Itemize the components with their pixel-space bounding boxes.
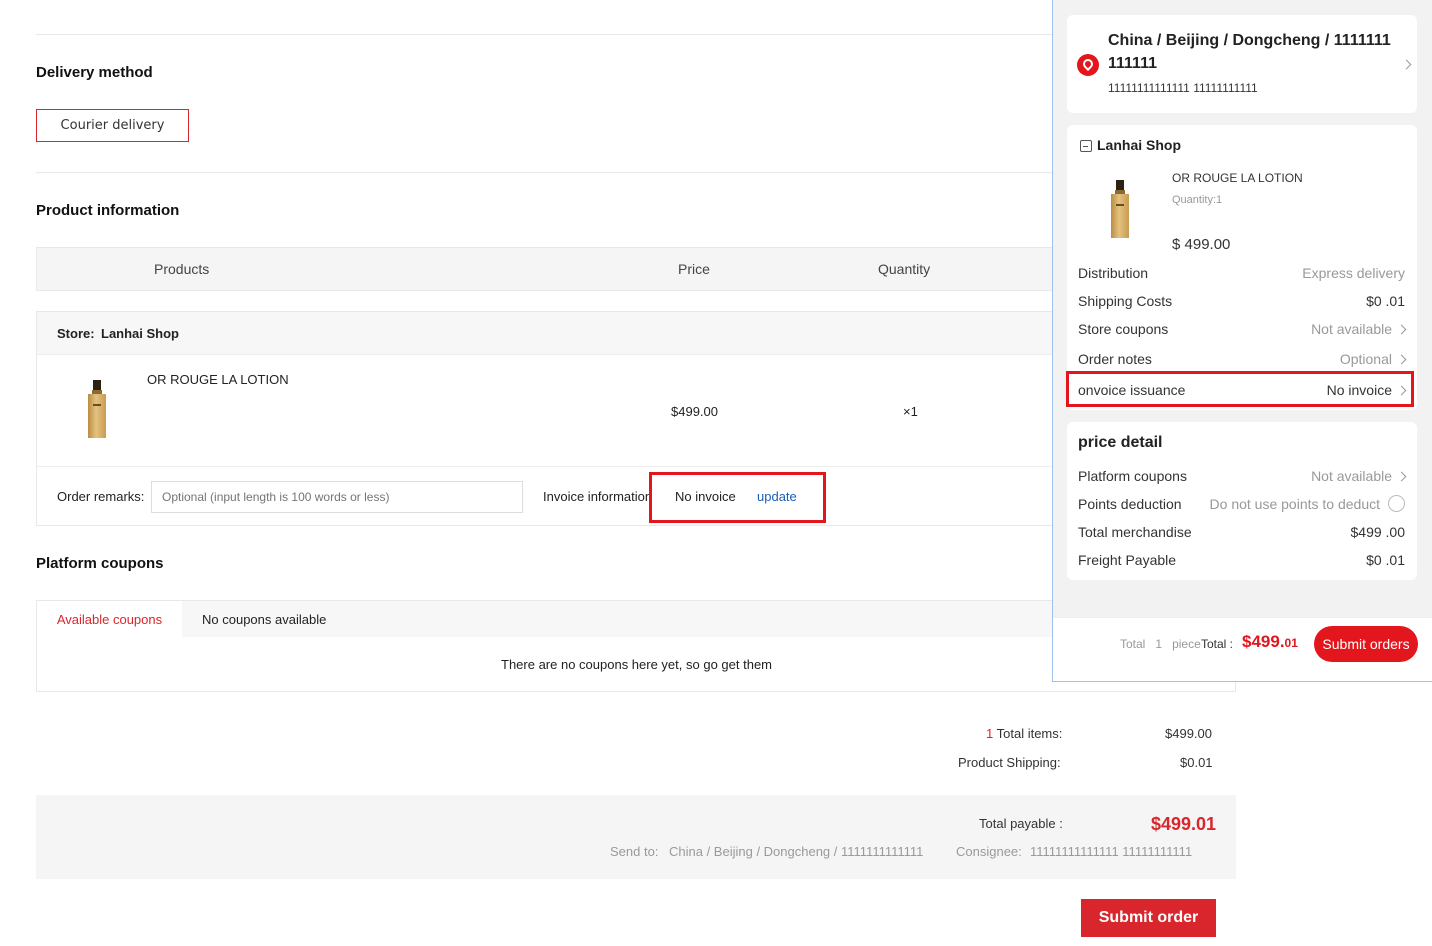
footer-amount: $499.01: [1242, 632, 1298, 652]
courier-delivery-button[interactable]: Courier delivery: [36, 109, 189, 142]
consignee-value: 11111111111111 11111111111: [1030, 844, 1193, 859]
footer-total2-label: Total :: [1201, 637, 1234, 651]
product-shipping-label: Product Shipping:: [958, 755, 1061, 770]
platform-coupons-value: Not available: [1311, 468, 1392, 484]
chevron-right-icon: [1396, 354, 1407, 365]
total-items-text: Total items:: [996, 726, 1063, 741]
shipping-costs-row: Shipping Costs $0 .01: [1078, 293, 1405, 313]
shipping-costs-label: Shipping Costs: [1078, 293, 1173, 309]
divider: [36, 172, 1056, 173]
footer-count: 1: [1155, 637, 1163, 651]
address-contact: 11111111111111 11111111111: [1108, 81, 1258, 95]
store-name: Lanhai Shop: [101, 326, 179, 341]
distribution-label: Distribution: [1078, 265, 1149, 281]
distribution-value: Express delivery: [1302, 265, 1405, 281]
footer-total-label: Total: [1120, 637, 1146, 651]
chevron-right-icon: [1401, 59, 1412, 70]
platform-coupons-title: Platform coupons: [36, 555, 164, 572]
panel-product-name: OR ROUGE LA LOTION: [1172, 171, 1303, 185]
order-remarks-label: Order remarks:: [57, 489, 145, 504]
panel-footer: Total 1 piece Total : $499.01 Submit ord…: [1053, 617, 1432, 681]
platform-coupons-row[interactable]: Platform coupons Not available: [1078, 468, 1407, 488]
chevron-right-icon: [1396, 471, 1407, 482]
chevron-right-icon: [1396, 324, 1407, 335]
total-payable-label: Total payable :: [979, 816, 1063, 831]
address-line-1: China / Beijing / Dongcheng / 1111111: [1108, 32, 1391, 49]
total-items-label: 1 Total items:: [986, 726, 1062, 741]
points-deduction-label: Points deduction: [1078, 496, 1182, 512]
store-coupons-value: Not available: [1311, 321, 1392, 337]
footer-amount-main: $499.: [1242, 632, 1285, 651]
total-items-count: 1: [986, 726, 994, 741]
divider: [36, 34, 1056, 35]
send-to-value: China / Beijing / Dongcheng / 1111111111…: [669, 844, 924, 859]
price-detail-title: price detail: [1078, 434, 1163, 451]
order-remarks-input[interactable]: [151, 481, 523, 513]
points-deduction-value-wrap: Do not use points to deduct: [1209, 494, 1405, 514]
total-merchandise-row: Total merchandise $499 .00: [1078, 524, 1405, 544]
product-shipping-value: $0.01: [1180, 755, 1213, 770]
product-thumbnail[interactable]: [88, 380, 106, 438]
order-side-panel: China / Beijing / Dongcheng / 1111111 11…: [1052, 0, 1432, 682]
send-to-label: Send to:: [610, 844, 659, 859]
total-merchandise-value: $499 .00: [1350, 524, 1406, 540]
platform-coupons-value-wrap: Not available: [1311, 468, 1407, 484]
panel-shop-name: Lanhai Shop: [1097, 137, 1181, 153]
store-coupons-row[interactable]: Store coupons Not available: [1078, 321, 1407, 341]
total-payable-value: $499.01: [1151, 814, 1217, 834]
total-payable-box: Total payable : $499.01 Send to: China /…: [36, 795, 1236, 879]
product-quantity: ×1: [903, 404, 918, 419]
freight-payable-row: Freight Payable $0 .01: [1078, 552, 1405, 572]
price-detail-card: price detail Platform coupons Not availa…: [1067, 422, 1417, 580]
panel-product-quantity: Quantity:1: [1172, 194, 1223, 206]
points-deduction-row: Points deduction Do not use points to de…: [1078, 494, 1405, 516]
footer-total-count: Total 1 piece: [1120, 637, 1201, 651]
shop-card: Lanhai Shop OR ROUGE LA LOTION Quantity:…: [1067, 125, 1417, 410]
freight-payable-label: Freight Payable: [1078, 552, 1177, 568]
submit-order-button[interactable]: Submit order: [1081, 899, 1216, 937]
freight-payable-value: $0 .01: [1366, 552, 1405, 568]
order-notes-value: Optional: [1339, 351, 1392, 367]
tab-no-coupons[interactable]: No coupons available: [202, 612, 326, 627]
total-items-value: $499.00: [1165, 726, 1212, 741]
order-notes-row[interactable]: Order notes Optional: [1078, 351, 1407, 371]
invoice-information-label: Invoice information: [543, 489, 653, 504]
order-notes-label: Order notes: [1078, 351, 1152, 367]
checkout-page: Delivery method Courier delivery Product…: [0, 0, 1236, 946]
store-coupons-value-wrap: Not available: [1311, 321, 1407, 337]
delivery-method-title: Delivery method: [36, 64, 153, 81]
panel-product-thumbnail[interactable]: [1111, 180, 1129, 238]
highlight-frame: [1066, 371, 1414, 407]
location-pin-icon: [1077, 54, 1099, 76]
shipping-costs-value: $0 .01: [1366, 293, 1405, 309]
total-merchandise-label: Total merchandise: [1078, 524, 1192, 540]
platform-coupons-label: Platform coupons: [1078, 468, 1187, 484]
coupons-empty-text: There are no coupons here yet, so go get…: [501, 657, 773, 672]
order-notes-value-wrap: Optional: [1339, 351, 1407, 367]
distribution-row: Distribution Express delivery: [1078, 265, 1405, 285]
product-information-title: Product information: [36, 202, 180, 219]
consignee-label: Consignee:: [956, 844, 1022, 859]
column-quantity: Quantity: [878, 261, 931, 277]
store-coupons-label: Store coupons: [1078, 321, 1169, 337]
submit-orders-button[interactable]: Submit orders: [1314, 626, 1418, 662]
shop-icon: [1080, 140, 1092, 152]
footer-piece-label: piece: [1172, 637, 1201, 651]
address-line-2: 111111: [1108, 55, 1157, 72]
points-radio[interactable]: [1388, 494, 1405, 512]
product-price: $499.00: [671, 404, 718, 419]
footer-amount-decimal: 01: [1284, 636, 1298, 650]
product-name[interactable]: OR ROUGE LA LOTION: [147, 372, 289, 387]
column-products: Products: [154, 261, 210, 277]
highlight-frame: [649, 472, 826, 523]
column-price: Price: [678, 261, 710, 277]
panel-product-price: $ 499.00: [1172, 236, 1231, 253]
address-card[interactable]: China / Beijing / Dongcheng / 1111111 11…: [1067, 15, 1417, 113]
tab-available-coupons[interactable]: Available coupons: [37, 601, 182, 637]
store-label: Store:: [57, 326, 95, 341]
points-deduction-value: Do not use points to deduct: [1209, 496, 1380, 512]
